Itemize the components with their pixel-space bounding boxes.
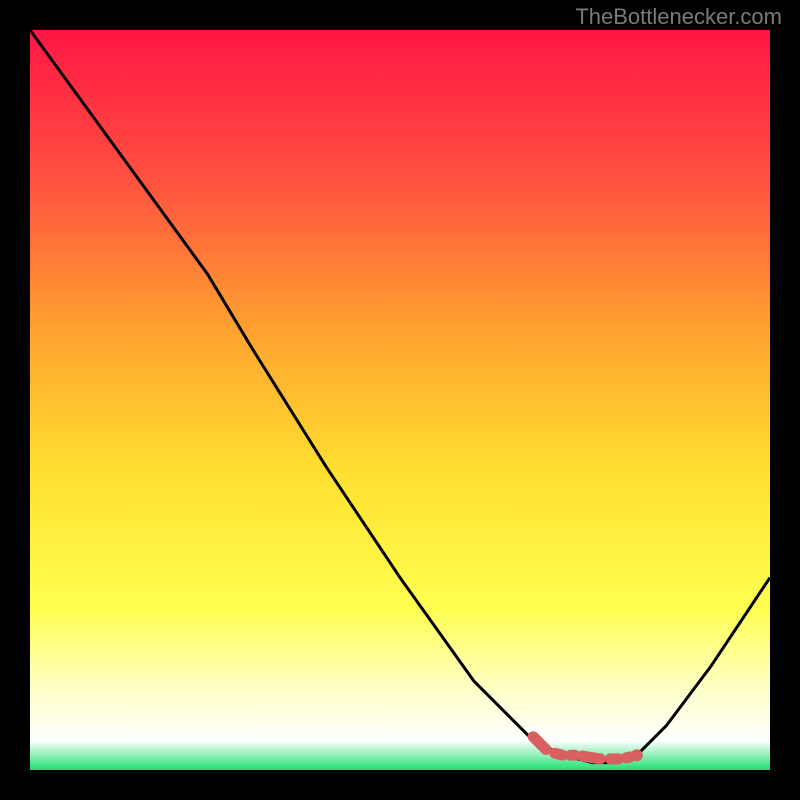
chart-container: TheBottlenecker.com bbox=[0, 0, 800, 800]
optimal-end-dot bbox=[631, 749, 643, 761]
watermark-text: TheBottlenecker.com bbox=[575, 4, 782, 30]
chart-svg bbox=[30, 30, 770, 770]
chart-plot-area bbox=[30, 30, 770, 770]
chart-background bbox=[30, 30, 770, 770]
